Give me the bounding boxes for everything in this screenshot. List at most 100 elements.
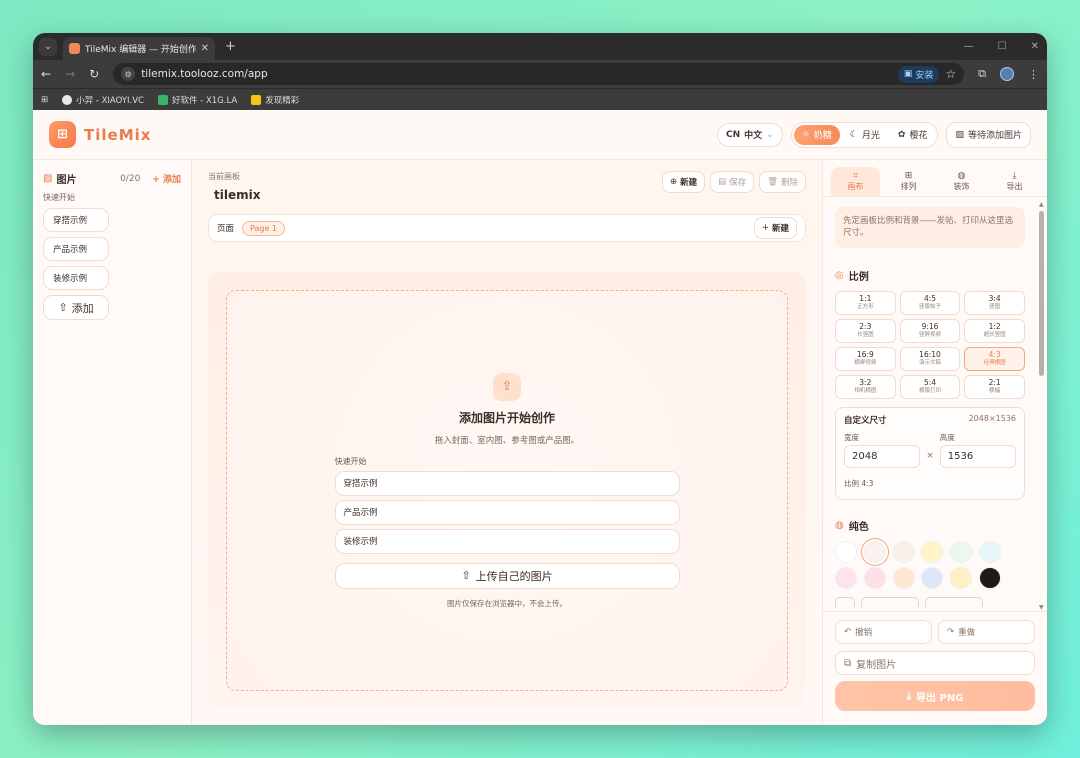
scrollbar-thumb[interactable] xyxy=(1039,211,1044,376)
ratio-option[interactable]: 3:2 相机横图 xyxy=(835,374,896,399)
color-swatch[interactable] xyxy=(950,566,973,589)
new-tab-icon[interactable]: + xyxy=(225,39,236,54)
ratio-option[interactable]: 16:9 横屏视频 xyxy=(835,346,896,371)
left-sidebar: ▨ 图片 0/20 + 添加 快速开始 穿搭示例 产品示例 装修示例 ⇧ 添加 xyxy=(33,161,192,725)
example-outfit-button[interactable]: 穿搭示例 xyxy=(43,208,109,232)
ratio-option[interactable]: 16:10 演示文稿 xyxy=(899,346,961,371)
upload-add-button[interactable]: ⇧ 添加 xyxy=(43,295,109,320)
bookmark-item[interactable]: 好软件 - X1G.LA xyxy=(157,94,237,106)
bookmark-star-icon[interactable]: ☆ xyxy=(945,67,956,81)
add-label: 添加 xyxy=(162,175,181,185)
example-outfit-button[interactable]: 穿搭示例 xyxy=(334,470,680,496)
ratio-option[interactable]: 3:4 竖图 xyxy=(964,290,1025,315)
tab-decorate[interactable]: ◍ 装饰 xyxy=(937,167,986,196)
undo-button[interactable]: ↶ 撤销 xyxy=(835,620,932,644)
ratio-option[interactable]: 4:5 竖版帖子 xyxy=(899,290,961,315)
ratio-desc: 超长竖图 xyxy=(983,331,1006,338)
add-image-link[interactable]: + 添加 xyxy=(152,172,181,185)
redo-icon: ↷ xyxy=(947,627,955,637)
minimize-icon[interactable]: — xyxy=(964,41,974,52)
ratio-option[interactable]: 2:3 长竖图 xyxy=(835,318,896,343)
tab-export[interactable]: ⤓ 导出 xyxy=(990,167,1039,196)
color-title: 纯色 xyxy=(848,521,869,533)
profile-avatar[interactable] xyxy=(1000,67,1014,81)
language-select[interactable]: CN 中文 ⌄ xyxy=(717,122,783,147)
browser-window: ⌄ TileMix 编辑器 — 开始创作 ✕ + — ☐ ✕ ← → ↻ ⚙ t… xyxy=(33,33,1047,725)
panel-scrollbar[interactable]: ▲ ▼ xyxy=(1039,201,1045,611)
maximize-icon[interactable]: ☐ xyxy=(998,41,1007,52)
color-swatch[interactable] xyxy=(978,540,1001,563)
tab-canvas[interactable]: ⌗ 画布 xyxy=(831,167,880,196)
trash-icon: 🗑 xyxy=(767,177,778,187)
extensions-icon[interactable]: ⧉ xyxy=(978,67,986,81)
example-product-button[interactable]: 产品示例 xyxy=(334,499,680,525)
drop-title: 添加图片开始创作 xyxy=(458,410,555,425)
color-swatch[interactable] xyxy=(892,540,915,563)
color-swatch[interactable] xyxy=(978,566,1001,589)
more-controls-partial xyxy=(835,596,1025,607)
target-icon: ◎ xyxy=(835,269,844,281)
export-png-button[interactable]: ⤓ 导出 PNG xyxy=(835,681,1035,711)
example-product-button[interactable]: 产品示例 xyxy=(43,237,109,261)
scroll-up-icon[interactable]: ▲ xyxy=(1039,201,1044,208)
height-input[interactable]: 1536 xyxy=(939,444,1017,468)
new-board-button[interactable]: ⊕ 新建 xyxy=(662,171,706,193)
page-tab[interactable]: Page 1 xyxy=(242,220,286,236)
tab-bar: ⌄ TileMix 编辑器 — 开始创作 ✕ + — ☐ ✕ xyxy=(33,33,1047,60)
close-tab-icon[interactable]: ✕ xyxy=(201,43,209,54)
color-swatch[interactable] xyxy=(921,540,944,563)
drop-zone[interactable]: ⇪ 添加图片开始创作 拖入封面、室内图、参考图或产品图。 快速开始 穿搭示例 产… xyxy=(226,290,788,691)
theme-sakura-button[interactable]: ✿ 樱花 xyxy=(890,125,936,145)
ratio-option[interactable]: 5:4 横版打印 xyxy=(899,374,961,399)
bookmark-item[interactable]: 发现精彩 xyxy=(251,94,299,106)
lang-label: 中文 xyxy=(744,131,763,141)
color-swatch[interactable] xyxy=(892,566,915,589)
save-button[interactable]: ▤ 保存 xyxy=(710,171,755,193)
reload-icon[interactable]: ↻ xyxy=(89,67,99,81)
ratio-option[interactable]: 1:2 超长竖图 xyxy=(964,318,1025,343)
menu-icon[interactable]: ⋮ xyxy=(1028,68,1039,81)
new-page-button[interactable]: + 新建 xyxy=(753,217,797,239)
copy-label: 复制图片 xyxy=(856,659,897,671)
quick-start-label: 快速开始 xyxy=(43,193,75,202)
forward-icon[interactable]: → xyxy=(65,67,75,81)
scroll-down-icon[interactable]: ▼ xyxy=(1039,604,1044,611)
example-decor-button[interactable]: 装修示例 xyxy=(334,528,680,554)
images-title: 图片 xyxy=(56,175,77,186)
theme-naitang-button[interactable]: ☼ 奶糖 xyxy=(793,124,840,145)
width-label: 宽度 xyxy=(844,432,859,442)
color-swatch[interactable] xyxy=(950,540,973,563)
color-swatch[interactable] xyxy=(835,566,857,589)
example-decor-button[interactable]: 装修示例 xyxy=(43,266,109,290)
ratio-option[interactable]: 1:1 正方形 xyxy=(835,290,896,315)
apps-grid-icon[interactable]: ⊞ xyxy=(41,95,48,105)
back-icon[interactable]: ← xyxy=(41,67,51,81)
install-app-button[interactable]: ▣ 安装 xyxy=(897,65,940,83)
browser-tab[interactable]: TileMix 编辑器 — 开始创作 ✕ xyxy=(63,37,215,60)
theme-switcher: ☼ 奶糖 ☾ 月光 ✿ 樱花 xyxy=(790,121,939,148)
color-swatch[interactable] xyxy=(863,540,886,563)
ratio-option[interactable]: 9:16 竖屏视频 xyxy=(899,318,961,343)
upload-own-button[interactable]: ⇧ 上传自己的图片 xyxy=(334,562,680,589)
ratio-desc: 经典横图 xyxy=(983,359,1006,366)
bookmark-item[interactable]: 小羿 - XIAOYI.VC xyxy=(62,94,144,106)
tab-search-icon[interactable]: ⌄ xyxy=(39,37,57,56)
ratio-value: 1:2 xyxy=(988,322,1001,332)
width-input[interactable]: 2048 xyxy=(844,444,921,468)
color-swatch[interactable] xyxy=(863,566,886,589)
theme-moonlight-button[interactable]: ☾ 月光 xyxy=(842,125,888,145)
color-swatch[interactable] xyxy=(921,566,944,589)
color-swatches xyxy=(835,540,1001,589)
url-field[interactable]: ⚙ tilemix.toolooz.com/app ▣ 安装 ☆ xyxy=(113,63,965,85)
ratio-option[interactable]: 2:1 横幅 xyxy=(964,374,1025,399)
close-window-icon[interactable]: ✕ xyxy=(1031,41,1039,52)
canvas-area: 当前画板 tilemix ⊕ 新建 ▤ 保存 🗑 删除 页面 Page 1 + 新建 xyxy=(192,161,822,725)
waiting-add-image-button[interactable]: ▨ 等待添加图片 xyxy=(946,121,1031,148)
ratio-option[interactable]: 4:3 经典横图 xyxy=(964,346,1025,371)
color-swatch[interactable] xyxy=(835,540,857,563)
site-info-icon[interactable]: ⚙ xyxy=(121,67,136,81)
redo-button[interactable]: ↷ 重做 xyxy=(938,620,1035,644)
copy-image-button[interactable]: ⧉ 复制图片 xyxy=(835,651,1035,675)
tab-arrange[interactable]: ⊞ 排列 xyxy=(884,167,933,196)
delete-button[interactable]: 🗑 删除 xyxy=(759,171,806,193)
